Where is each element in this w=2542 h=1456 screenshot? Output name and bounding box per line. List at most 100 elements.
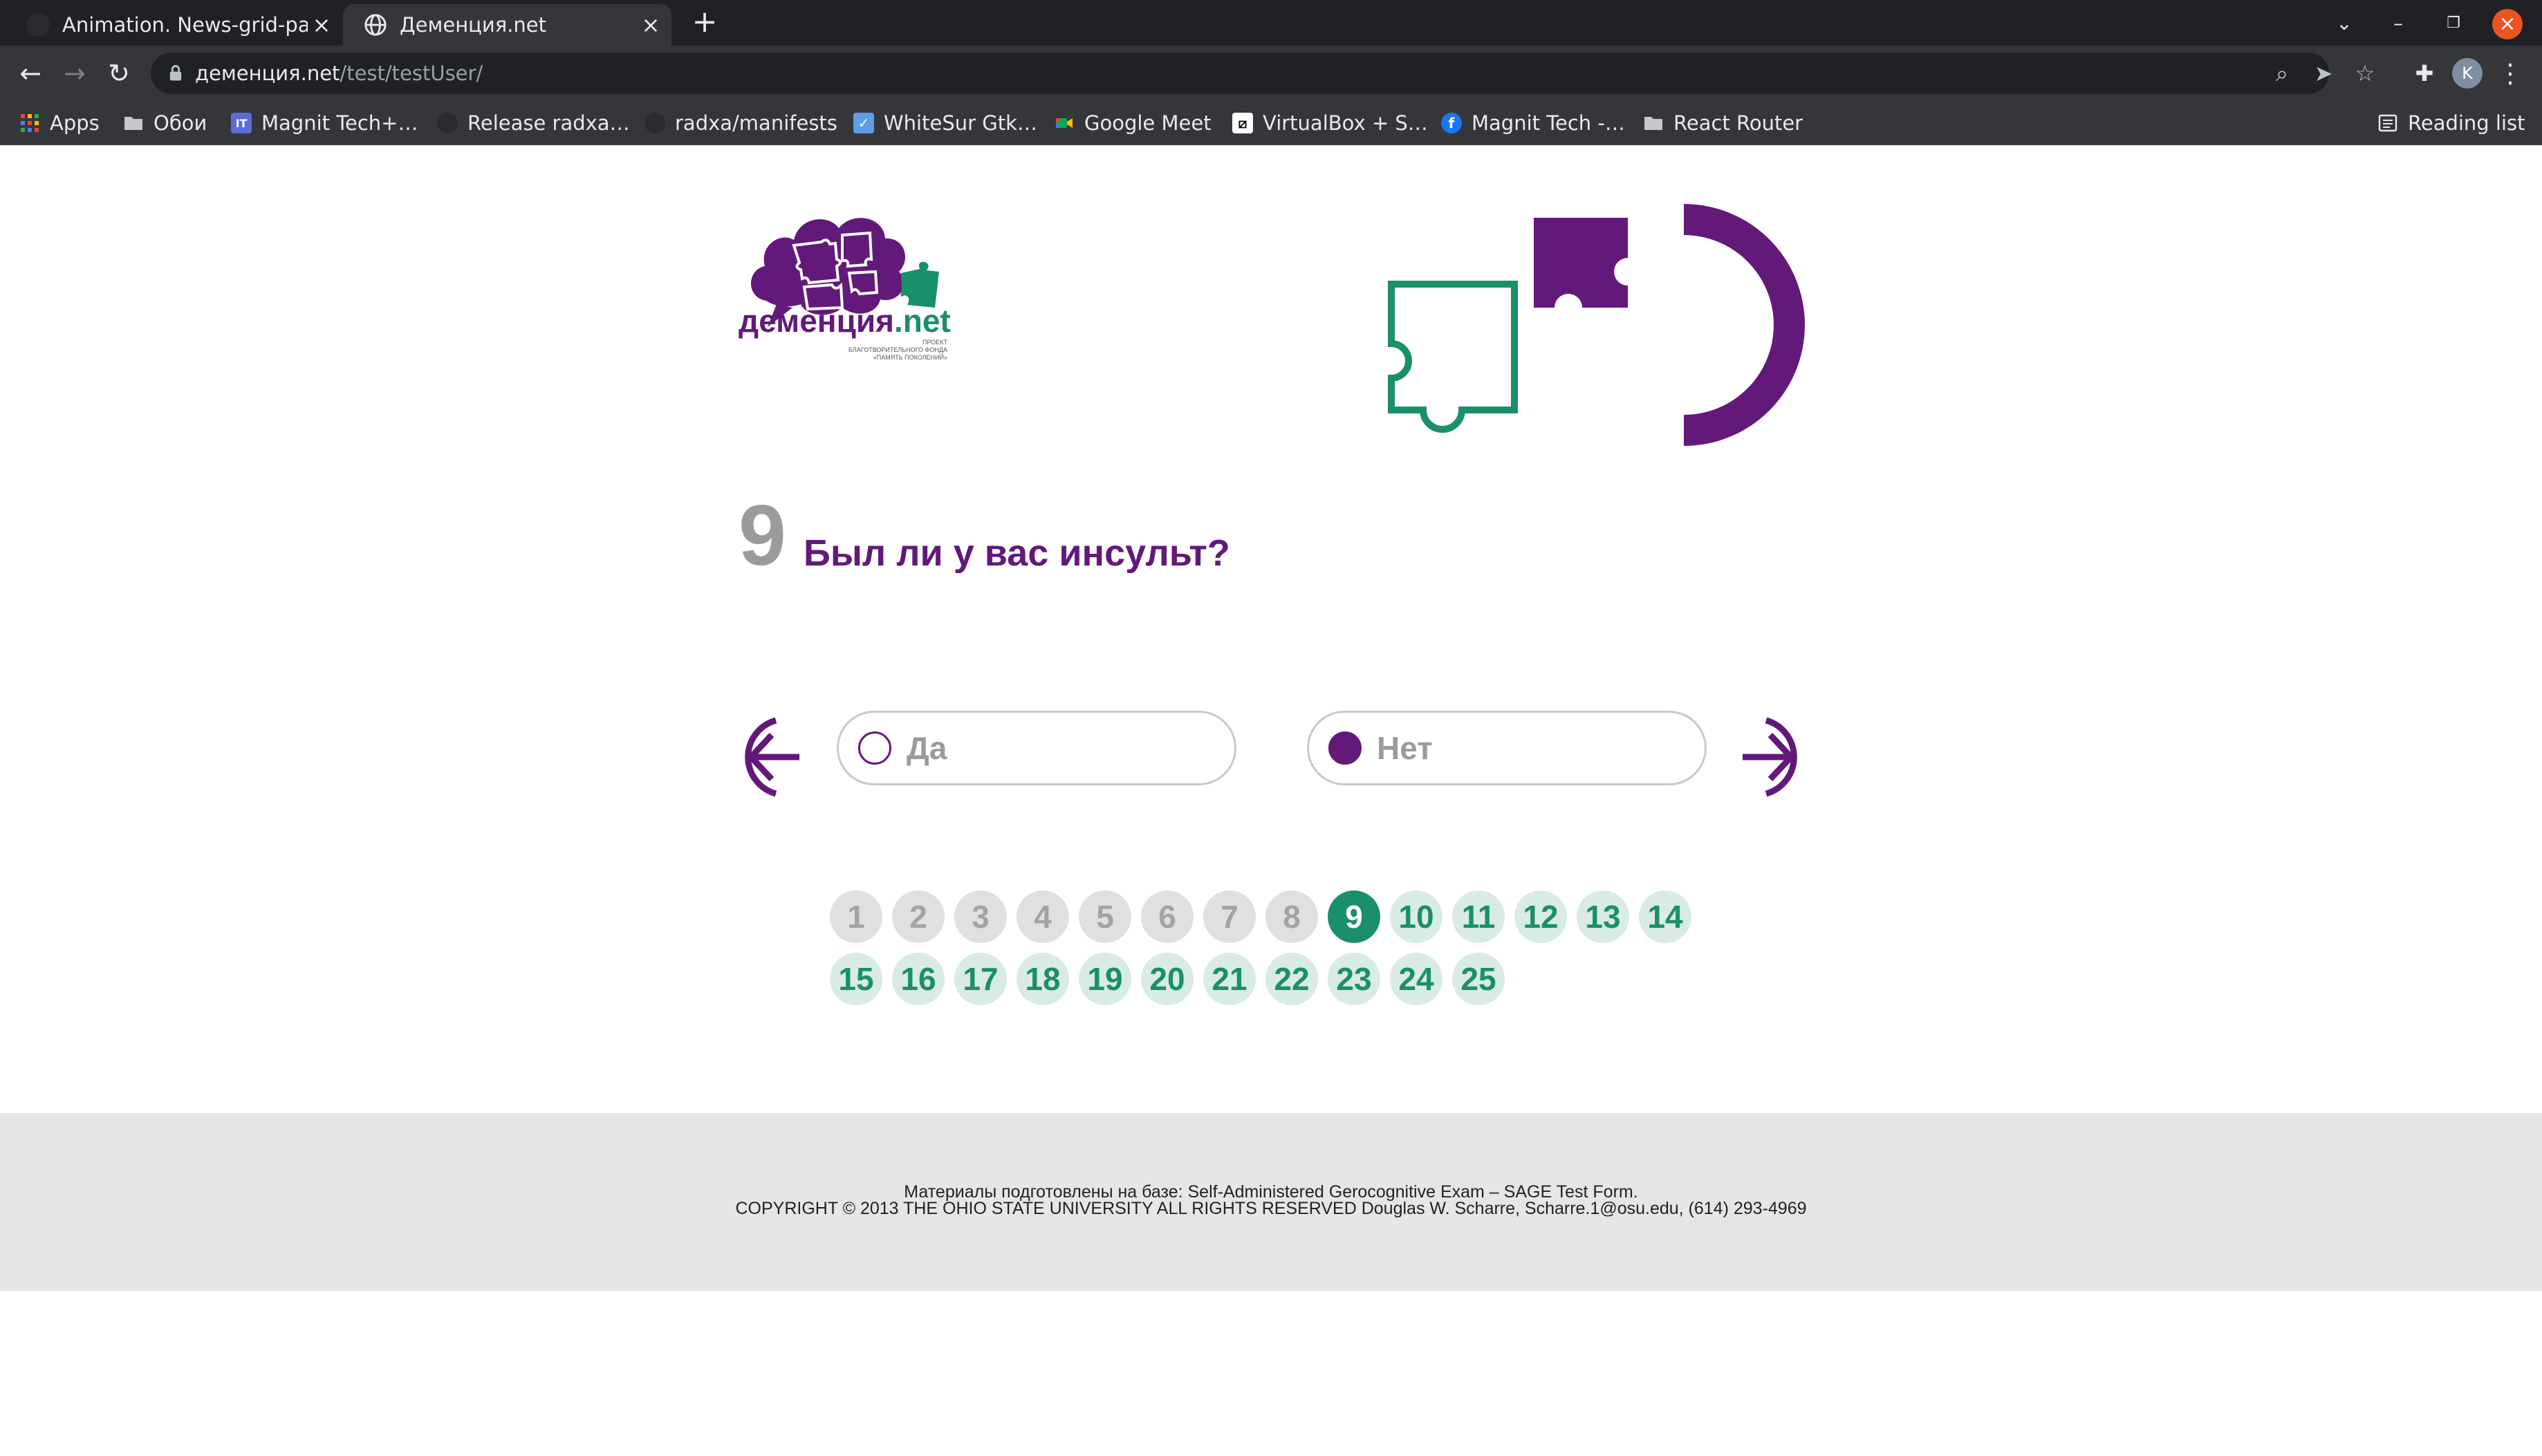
- answer-option-no[interactable]: Нет: [1307, 711, 1707, 785]
- answer-label: Да: [907, 730, 947, 766]
- bookmark-label: Apps: [50, 111, 100, 135]
- pagination-item[interactable]: 21: [1203, 953, 1256, 1005]
- close-tab-icon[interactable]: ×: [638, 12, 663, 37]
- pagination-item[interactable]: 25: [1452, 953, 1505, 1005]
- pagination-item[interactable]: 10: [1390, 890, 1442, 943]
- reading-list-icon: [2378, 114, 2397, 132]
- extensions-puzzle-icon[interactable]: ✚: [2408, 57, 2441, 90]
- bookmark-label: React Router: [1673, 111, 1803, 135]
- bookmarks-bar: Apps Обои IT Magnit Tech+… Release radxa…: [0, 101, 2542, 145]
- bookmark-google-meet[interactable]: Google Meet: [1054, 109, 1212, 137]
- pagination-item[interactable]: 14: [1639, 890, 1691, 943]
- bookmark-label: WhiteSur Gtk…: [884, 111, 1037, 135]
- restore-window-icon[interactable]: ❐: [2440, 10, 2467, 37]
- pagination-item[interactable]: 9: [1328, 890, 1380, 943]
- facebook-icon: f: [1441, 113, 1462, 133]
- bookmark-label: Обои: [154, 111, 207, 135]
- question-number: 9: [739, 488, 786, 584]
- pagination-item[interactable]: 16: [892, 953, 945, 1005]
- bookmark-apps[interactable]: Apps: [19, 109, 100, 137]
- send-tab-icon[interactable]: ➤: [2310, 59, 2337, 87]
- question-text: Был ли у вас инсульт?: [804, 532, 1230, 574]
- logo-tagline-3: «ПАМЯТЬ ПОКОЛЕНИЙ»: [873, 353, 947, 361]
- bookmark-label: Google Meet: [1084, 111, 1212, 135]
- answer-option-yes[interactable]: Да: [837, 711, 1236, 785]
- bookmark-label: VirtualBox + S…: [1263, 111, 1428, 135]
- tab-search-chevron-icon[interactable]: ⌄: [2330, 10, 2358, 37]
- next-question-button[interactable]: [1737, 712, 1806, 802]
- pagination-item[interactable]: 13: [1577, 890, 1629, 943]
- bookmark-label: Magnit Tech -…: [1472, 111, 1625, 135]
- previous-question-button[interactable]: [736, 712, 805, 802]
- bookmark-radxa-manifests[interactable]: radxa/manifests: [644, 109, 837, 137]
- pagination-item[interactable]: 17: [954, 953, 1007, 1005]
- github-icon: [437, 113, 458, 133]
- hero-decoration: [1388, 204, 1805, 446]
- pagination-item[interactable]: 6: [1141, 890, 1194, 943]
- zoom-magnifier-icon[interactable]: ⌕: [2268, 59, 2296, 87]
- address-bar[interactable]: деменция.net/test/testUser/ ⌕ ➤ ☆: [151, 53, 2375, 94]
- pagination-item[interactable]: 1: [830, 890, 882, 943]
- bookmark-magnit-tech-plus[interactable]: IT Magnit Tech+…: [231, 109, 418, 137]
- profile-avatar[interactable]: K: [2452, 58, 2483, 88]
- tab-animation-news-grid[interactable]: Animation. News-grid-page ×: [6, 4, 342, 46]
- pagination-item[interactable]: 12: [1514, 890, 1567, 943]
- github-icon: [644, 113, 665, 133]
- bookmark-folder-react-router[interactable]: React Router: [1643, 109, 1803, 137]
- bookmark-label: Magnit Tech+…: [261, 111, 418, 135]
- page-footer: Материалы подготовлены на базе: Self-Adm…: [0, 1113, 2542, 1291]
- pagination-item[interactable]: 4: [1017, 890, 1069, 943]
- tab-title: Animation. News-grid-page: [62, 13, 308, 37]
- reading-list-button[interactable]: Reading list: [2377, 109, 2525, 137]
- web-page: деменция.net ПРОЕКТ БЛАГОТВОРИТЕЛЬНОГО Ф…: [0, 145, 2542, 1456]
- reload-icon[interactable]: ↻: [102, 57, 136, 90]
- answer-label: Нет: [1377, 730, 1433, 766]
- bookmark-release-radxa[interactable]: Release radxa…: [437, 109, 630, 137]
- half-ring-icon: [1684, 204, 1805, 446]
- pagination-item[interactable]: 24: [1390, 953, 1442, 1005]
- forward-arrow-icon[interactable]: →: [58, 57, 91, 90]
- pagination-item[interactable]: 11: [1452, 890, 1505, 943]
- pagination-item[interactable]: 7: [1203, 890, 1256, 943]
- back-arrow-icon[interactable]: ←: [14, 57, 47, 90]
- close-tab-icon[interactable]: ×: [309, 12, 334, 37]
- green-puzzle-piece-icon: [900, 261, 939, 308]
- bookmark-whitesur-gtk[interactable]: ✓ WhiteSur Gtk…: [853, 109, 1037, 137]
- bookmark-magnit-tech-fb[interactable]: f Magnit Tech -…: [1441, 109, 1625, 137]
- new-tab-button[interactable]: +: [689, 7, 721, 39]
- bookmark-star-icon[interactable]: ☆: [2351, 59, 2379, 87]
- bookmark-label: Release radxa…: [467, 111, 630, 135]
- pagination-item[interactable]: 19: [1079, 953, 1131, 1005]
- github-icon: [26, 13, 50, 37]
- slashed-box-icon: ⧄: [1232, 113, 1253, 133]
- bookmark-folder-oboi[interactable]: Обои: [123, 109, 207, 137]
- google-meet-icon: [1056, 118, 1073, 128]
- bookmark-virtualbox[interactable]: ⧄ VirtualBox + S…: [1232, 109, 1428, 137]
- pagination-item[interactable]: 5: [1079, 890, 1131, 943]
- pagination-item[interactable]: 22: [1265, 953, 1318, 1005]
- browser-menu-icon[interactable]: ⋮: [2494, 57, 2527, 90]
- pagination-item[interactable]: 3: [954, 890, 1007, 943]
- folder-icon: [124, 117, 142, 130]
- minimize-window-icon[interactable]: –: [2384, 10, 2412, 37]
- pagination-item[interactable]: 23: [1328, 953, 1380, 1005]
- outline-puzzle-piece-icon: [1388, 281, 1518, 433]
- pagination-item[interactable]: 20: [1141, 953, 1194, 1005]
- pagination-item[interactable]: 8: [1265, 890, 1318, 943]
- logo-tagline-2: БЛАГОТВОРИТЕЛЬНОГО ФОНДА: [848, 346, 947, 353]
- logo-brand-text: деменция.net: [739, 303, 951, 339]
- question-pagination: 1 2 3 4 5 6 7 8 9 10 11 12 13 14 15 16 17 18 19 20 21 22 23 24 2…: [830, 890, 1729, 1029]
- lock-icon: [169, 65, 182, 81]
- solid-puzzle-piece-icon: [1534, 218, 1628, 308]
- pagination-item[interactable]: 15: [830, 953, 882, 1005]
- browser-toolbar: ← → ↻ деменция.net/test/testUser/ ⌕ ➤ ☆ …: [0, 46, 2542, 101]
- bookmark-label: radxa/manifests: [675, 111, 837, 135]
- pagination-item[interactable]: 2: [892, 890, 945, 943]
- apps-grid-icon: [21, 114, 39, 132]
- pagination-item[interactable]: 18: [1017, 953, 1069, 1005]
- close-window-icon[interactable]: ×: [2492, 9, 2523, 39]
- tab-title: Деменция.net: [400, 13, 547, 37]
- tab-dementia-net[interactable]: Деменция.net ×: [343, 4, 671, 46]
- site-logo[interactable]: деменция.net ПРОЕКТ БЛАГОТВОРИТЕЛЬНОГО Ф…: [739, 204, 953, 363]
- globe-icon: [364, 14, 387, 36]
